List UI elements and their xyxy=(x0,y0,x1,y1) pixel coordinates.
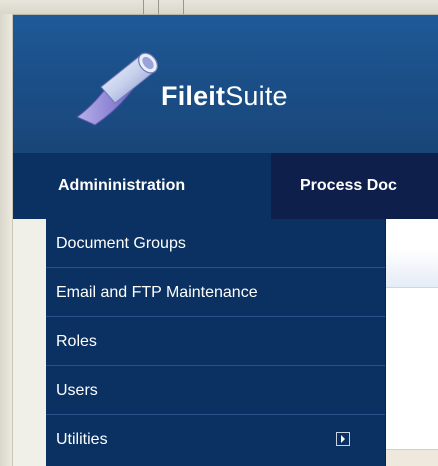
menu-item-roles[interactable]: Roles xyxy=(46,317,385,366)
brand-name: FileitSuite xyxy=(161,81,288,112)
main-nav: Admininistration Process Doc xyxy=(13,153,438,219)
chrome-divider xyxy=(158,0,159,14)
app-header: FileitSuite xyxy=(13,15,438,153)
tab-process-documents[interactable]: Process Doc xyxy=(300,153,397,219)
folder-pipe-icon xyxy=(71,47,171,127)
menu-item-utilities-label: Utilities xyxy=(56,431,108,448)
menu-item-document-groups[interactable]: Document Groups xyxy=(46,219,385,268)
brand-name-bold: Fileit xyxy=(161,81,226,111)
menu-item-users[interactable]: Users xyxy=(46,366,385,415)
administration-dropdown-menu: Document Groups Email and FTP Maintenanc… xyxy=(46,219,386,466)
header-gloss xyxy=(13,125,438,153)
brand-name-light: Suite xyxy=(225,81,288,111)
content-header-band xyxy=(385,249,438,288)
page-content xyxy=(385,219,438,466)
window-chrome xyxy=(0,0,438,15)
chrome-divider xyxy=(143,0,144,14)
chrome-divider xyxy=(183,0,184,14)
chevron-right-icon xyxy=(336,432,350,446)
menu-item-email-ftp-maintenance[interactable]: Email and FTP Maintenance xyxy=(46,268,385,317)
window-left-border xyxy=(0,14,13,466)
menu-item-utilities[interactable]: Utilities xyxy=(46,415,385,466)
content-footer xyxy=(385,449,438,466)
tab-administration[interactable]: Admininistration xyxy=(13,153,271,219)
